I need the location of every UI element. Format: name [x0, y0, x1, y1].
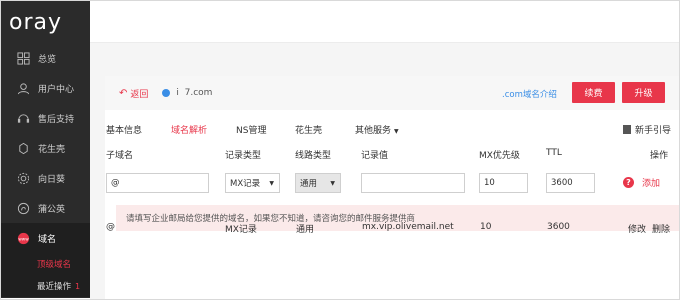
column-header-record-value: 记录值 [361, 151, 389, 161]
user-icon [17, 82, 30, 95]
sidebar-item-peanut[interactable]: 花生壳 [1, 133, 90, 163]
guide-link[interactable]: 新手引导 [623, 123, 671, 136]
add-label[interactable]: 添加 [642, 176, 660, 189]
sidebar-item-user-center[interactable]: 用户中心 [1, 73, 90, 103]
cell-line-type: 通用 [296, 225, 315, 235]
subdomain-input[interactable]: @ [106, 173, 209, 193]
column-header-subdomain: 子域名 [106, 151, 134, 161]
add-record-control[interactable]: ? 添加 [623, 176, 660, 189]
edit-link[interactable]: 修改 [628, 222, 646, 235]
guide-label: 新手引导 [635, 126, 672, 136]
svg-text:www: www [18, 236, 29, 241]
tab-peanut[interactable]: 花生壳 [295, 123, 322, 136]
document-icon [623, 125, 631, 134]
column-header-record-type: 记录类型 [225, 151, 262, 161]
sidebar-item-label: 域名 [38, 234, 57, 245]
notification-badge: 1 [75, 281, 81, 291]
dropdown-arrow-icon: ▼ [330, 179, 335, 187]
sidebar-item-domain[interactable]: www 域名 [1, 223, 90, 253]
back-link[interactable]: ↶ 返回 [119, 87, 148, 100]
tab-ns[interactable]: NS管理 [236, 123, 266, 136]
row-actions: 修改 删除 [628, 222, 670, 235]
globe-icon [162, 89, 171, 97]
sidebar-subitem-label: 最近操作 [37, 282, 72, 292]
sidebar: oray 总览 用户中心 售后支持 花生壳 向日葵 蒲公英 www 域名 顶级域… [1, 1, 90, 298]
cell-subdomain: @ [106, 222, 115, 232]
sidebar-item-label: 向日葵 [38, 174, 66, 185]
line-type-value: 通用 [300, 179, 318, 189]
logo-area: oray [1, 1, 90, 43]
mx-priority-input[interactable]: 10 [479, 173, 528, 193]
sidebar-item-dandelion[interactable]: 蒲公英 [1, 193, 90, 223]
sidebar-item-sunflower[interactable]: 向日葵 [1, 163, 90, 193]
record-type-value: MX记录 [230, 179, 261, 189]
column-header-ttl: TTL [546, 148, 562, 158]
domain-text: i 7.com [176, 88, 213, 98]
sidebar-item-label: 花生壳 [38, 144, 66, 155]
sidebar-item-label: 售后支持 [38, 114, 75, 125]
record-value-input[interactable] [361, 173, 465, 193]
table-row: @ MX记录 通用 mx.vip.olivemail.net 10 3600 修… [90, 222, 679, 242]
main-area: ↶ 返回 i 7.com .com域名介绍 续费 升级 基本信息 域名解析 NS… [90, 43, 679, 299]
dropdown-arrow-icon: ▼ [269, 179, 274, 187]
grid-icon [17, 51, 30, 65]
www-icon: www [17, 232, 30, 245]
record-type-select[interactable]: MX记录 ▼ [225, 173, 280, 193]
top-bar [90, 1, 679, 43]
dandelion-icon [17, 202, 30, 215]
column-header-actions: 操作 [650, 151, 669, 161]
back-arrow-icon: ↶ [119, 87, 128, 99]
sidebar-item-label: 蒲公英 [38, 204, 66, 215]
cell-ttl: 3600 [547, 222, 570, 232]
cell-record-value: mx.vip.olivemail.net [362, 222, 454, 232]
back-label: 返回 [130, 89, 149, 100]
sidebar-subitem-recent[interactable]: 最近操作 1 [1, 275, 90, 297]
peanut-icon [17, 142, 30, 155]
domain-name: i 7.com [162, 88, 212, 98]
headset-icon [17, 112, 30, 125]
tab-bar: 基本信息 域名解析 NS管理 花生壳 其他服务 ▼ 新手引导 [105, 123, 679, 141]
new-record-row: @ MX记录 ▼ 通用 ▼ 10 3600 ? 添加 [105, 171, 679, 195]
sidebar-subitem-label: 顶级域名 [37, 260, 72, 270]
tab-basic-info[interactable]: 基本信息 [106, 123, 142, 136]
column-header-line-type: 线路类型 [295, 151, 332, 161]
tab-dns[interactable]: 域名解析 [171, 123, 207, 136]
sidebar-subitem-top-domain[interactable]: 顶级域名 [1, 253, 90, 275]
sidebar-item-label: 总览 [38, 54, 57, 65]
upgrade-button[interactable]: 升级 [622, 82, 665, 103]
sidebar-item-support[interactable]: 售后支持 [1, 103, 90, 133]
cell-mx-priority: 10 [480, 222, 492, 232]
sunflower-icon [17, 172, 30, 185]
oray-logo[interactable]: oray [9, 10, 62, 35]
line-type-select[interactable]: 通用 ▼ [295, 173, 341, 193]
sidebar-item-label: 用户中心 [38, 84, 75, 95]
delete-link[interactable]: 删除 [652, 222, 670, 235]
cell-record-type: MX记录 [225, 225, 257, 235]
renew-button[interactable]: 续费 [572, 82, 615, 103]
tab-other-services[interactable]: 其他服务 ▼ [355, 123, 399, 136]
help-icon[interactable]: ? [623, 177, 634, 188]
ttl-input[interactable]: 3600 [546, 173, 595, 193]
tab-label: 其他服务 [355, 126, 392, 136]
sidebar-item-overview[interactable]: 总览 [1, 43, 90, 73]
column-header-mx-priority: MX优先级 [479, 151, 520, 161]
dns-panel: ↶ 返回 i 7.com .com域名介绍 续费 升级 基本信息 域名解析 NS… [105, 76, 679, 299]
caret-down-icon: ▼ [394, 128, 399, 135]
domain-intro-link[interactable]: .com域名介绍 [502, 88, 557, 100]
